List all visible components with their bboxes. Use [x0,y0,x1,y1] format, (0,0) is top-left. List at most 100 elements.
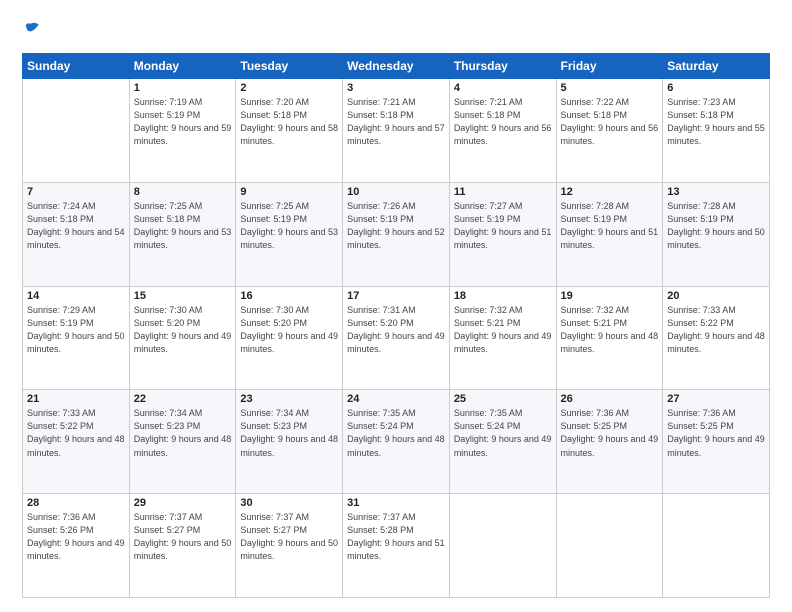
calendar-cell [663,494,770,598]
day-number: 5 [561,82,659,94]
calendar-cell: 28 Sunrise: 7:36 AM Sunset: 5:26 PM Dayli… [23,494,130,598]
day-number: 26 [561,393,659,405]
day-number: 8 [134,186,232,198]
calendar-cell: 13 Sunrise: 7:28 AM Sunset: 5:19 PM Dayli… [663,182,770,286]
calendar-cell: 20 Sunrise: 7:33 AM Sunset: 5:22 PM Dayli… [663,286,770,390]
day-info: Sunrise: 7:26 AM Sunset: 5:19 PM Dayligh… [347,200,445,252]
day-number: 2 [240,82,338,94]
day-number: 22 [134,393,232,405]
day-number: 17 [347,290,445,302]
logo-bird-icon [22,18,42,38]
day-number: 16 [240,290,338,302]
day-number: 27 [667,393,765,405]
day-number: 20 [667,290,765,302]
day-info: Sunrise: 7:37 AM Sunset: 5:27 PM Dayligh… [134,511,232,563]
calendar-week-row: 28 Sunrise: 7:36 AM Sunset: 5:26 PM Dayli… [23,494,770,598]
col-header-monday: Monday [129,54,236,79]
col-header-wednesday: Wednesday [343,54,450,79]
day-info: Sunrise: 7:23 AM Sunset: 5:18 PM Dayligh… [667,96,765,148]
day-info: Sunrise: 7:33 AM Sunset: 5:22 PM Dayligh… [667,304,765,356]
day-info: Sunrise: 7:34 AM Sunset: 5:23 PM Dayligh… [240,407,338,459]
calendar-week-row: 14 Sunrise: 7:29 AM Sunset: 5:19 PM Dayli… [23,286,770,390]
day-number: 3 [347,82,445,94]
day-info: Sunrise: 7:28 AM Sunset: 5:19 PM Dayligh… [667,200,765,252]
day-number: 18 [454,290,552,302]
day-info: Sunrise: 7:36 AM Sunset: 5:26 PM Dayligh… [27,511,125,563]
day-number: 14 [27,290,125,302]
day-info: Sunrise: 7:29 AM Sunset: 5:19 PM Dayligh… [27,304,125,356]
calendar-week-row: 21Sunrise: 7:33 AM Sunset: 5:22 PM Dayli… [23,390,770,494]
day-info: Sunrise: 7:25 AM Sunset: 5:19 PM Dayligh… [240,200,338,252]
day-number: 13 [667,186,765,198]
calendar-cell: 7 Sunrise: 7:24 AM Sunset: 5:18 PM Daylig… [23,182,130,286]
calendar-cell: 19 Sunrise: 7:32 AM Sunset: 5:21 PM Dayli… [556,286,663,390]
calendar-cell: 10 Sunrise: 7:26 AM Sunset: 5:19 PM Dayli… [343,182,450,286]
page-header [22,18,770,43]
day-info: Sunrise: 7:22 AM Sunset: 5:18 PM Dayligh… [561,96,659,148]
calendar-cell: 21Sunrise: 7:33 AM Sunset: 5:22 PM Dayli… [23,390,130,494]
day-info: Sunrise: 7:37 AM Sunset: 5:28 PM Dayligh… [347,511,445,563]
day-info: Sunrise: 7:37 AM Sunset: 5:27 PM Dayligh… [240,511,338,563]
calendar-cell: 12 Sunrise: 7:28 AM Sunset: 5:19 PM Dayli… [556,182,663,286]
calendar-cell: 26 Sunrise: 7:36 AM Sunset: 5:25 PM Dayli… [556,390,663,494]
calendar-cell: 5 Sunrise: 7:22 AM Sunset: 5:18 PM Daylig… [556,79,663,183]
day-info: Sunrise: 7:36 AM Sunset: 5:25 PM Dayligh… [561,407,659,459]
calendar-cell: 3 Sunrise: 7:21 AM Sunset: 5:18 PM Daylig… [343,79,450,183]
day-number: 19 [561,290,659,302]
day-info: Sunrise: 7:33 AM Sunset: 5:22 PM Dayligh… [27,407,125,459]
day-number: 23 [240,393,338,405]
day-number: 15 [134,290,232,302]
day-info: Sunrise: 7:30 AM Sunset: 5:20 PM Dayligh… [134,304,232,356]
day-number: 29 [134,497,232,509]
calendar-cell: 30 Sunrise: 7:37 AM Sunset: 5:27 PM Dayli… [236,494,343,598]
day-info: Sunrise: 7:21 AM Sunset: 5:18 PM Dayligh… [454,96,552,148]
calendar-cell: 24 Sunrise: 7:35 AM Sunset: 5:24 PM Dayli… [343,390,450,494]
calendar-cell: 8 Sunrise: 7:25 AM Sunset: 5:18 PM Daylig… [129,182,236,286]
day-info: Sunrise: 7:35 AM Sunset: 5:24 PM Dayligh… [347,407,445,459]
day-number: 7 [27,186,125,198]
day-info: Sunrise: 7:36 AM Sunset: 5:25 PM Dayligh… [667,407,765,459]
calendar-week-row: 7 Sunrise: 7:24 AM Sunset: 5:18 PM Daylig… [23,182,770,286]
calendar-cell: 29 Sunrise: 7:37 AM Sunset: 5:27 PM Dayli… [129,494,236,598]
day-number: 30 [240,497,338,509]
calendar-cell [23,79,130,183]
col-header-sunday: Sunday [23,54,130,79]
day-number: 9 [240,186,338,198]
day-number: 1 [134,82,232,94]
logo [22,18,44,43]
day-info: Sunrise: 7:21 AM Sunset: 5:18 PM Dayligh… [347,96,445,148]
day-number: 31 [347,497,445,509]
calendar-cell: 16 Sunrise: 7:30 AM Sunset: 5:20 PM Dayli… [236,286,343,390]
calendar-cell: 22 Sunrise: 7:34 AM Sunset: 5:23 PM Dayli… [129,390,236,494]
day-number: 12 [561,186,659,198]
calendar-cell: 14 Sunrise: 7:29 AM Sunset: 5:19 PM Dayli… [23,286,130,390]
day-info: Sunrise: 7:30 AM Sunset: 5:20 PM Dayligh… [240,304,338,356]
calendar-cell: 31 Sunrise: 7:37 AM Sunset: 5:28 PM Dayli… [343,494,450,598]
calendar-cell: 27 Sunrise: 7:36 AM Sunset: 5:25 PM Dayli… [663,390,770,494]
day-info: Sunrise: 7:20 AM Sunset: 5:18 PM Dayligh… [240,96,338,148]
calendar-cell: 11Sunrise: 7:27 AM Sunset: 5:19 PM Dayli… [449,182,556,286]
col-header-thursday: Thursday [449,54,556,79]
day-info: Sunrise: 7:27 AM Sunset: 5:19 PM Dayligh… [454,200,552,252]
col-header-saturday: Saturday [663,54,770,79]
calendar-cell: 15 Sunrise: 7:30 AM Sunset: 5:20 PM Dayli… [129,286,236,390]
day-info: Sunrise: 7:32 AM Sunset: 5:21 PM Dayligh… [561,304,659,356]
col-header-friday: Friday [556,54,663,79]
day-info: Sunrise: 7:24 AM Sunset: 5:18 PM Dayligh… [27,200,125,252]
day-number: 24 [347,393,445,405]
calendar-cell: 1 Sunrise: 7:19 AM Sunset: 5:19 PM Daylig… [129,79,236,183]
calendar-cell [449,494,556,598]
calendar-cell: 2 Sunrise: 7:20 AM Sunset: 5:18 PM Daylig… [236,79,343,183]
day-number: 4 [454,82,552,94]
day-number: 6 [667,82,765,94]
day-number: 28 [27,497,125,509]
day-number: 25 [454,393,552,405]
calendar-cell: 25Sunrise: 7:35 AM Sunset: 5:24 PM Dayli… [449,390,556,494]
day-info: Sunrise: 7:34 AM Sunset: 5:23 PM Dayligh… [134,407,232,459]
calendar-cell: 6 Sunrise: 7:23 AM Sunset: 5:18 PM Daylig… [663,79,770,183]
day-info: Sunrise: 7:32 AM Sunset: 5:21 PM Dayligh… [454,304,552,356]
day-info: Sunrise: 7:25 AM Sunset: 5:18 PM Dayligh… [134,200,232,252]
day-info: Sunrise: 7:28 AM Sunset: 5:19 PM Dayligh… [561,200,659,252]
day-number: 10 [347,186,445,198]
day-info: Sunrise: 7:19 AM Sunset: 5:19 PM Dayligh… [134,96,232,148]
